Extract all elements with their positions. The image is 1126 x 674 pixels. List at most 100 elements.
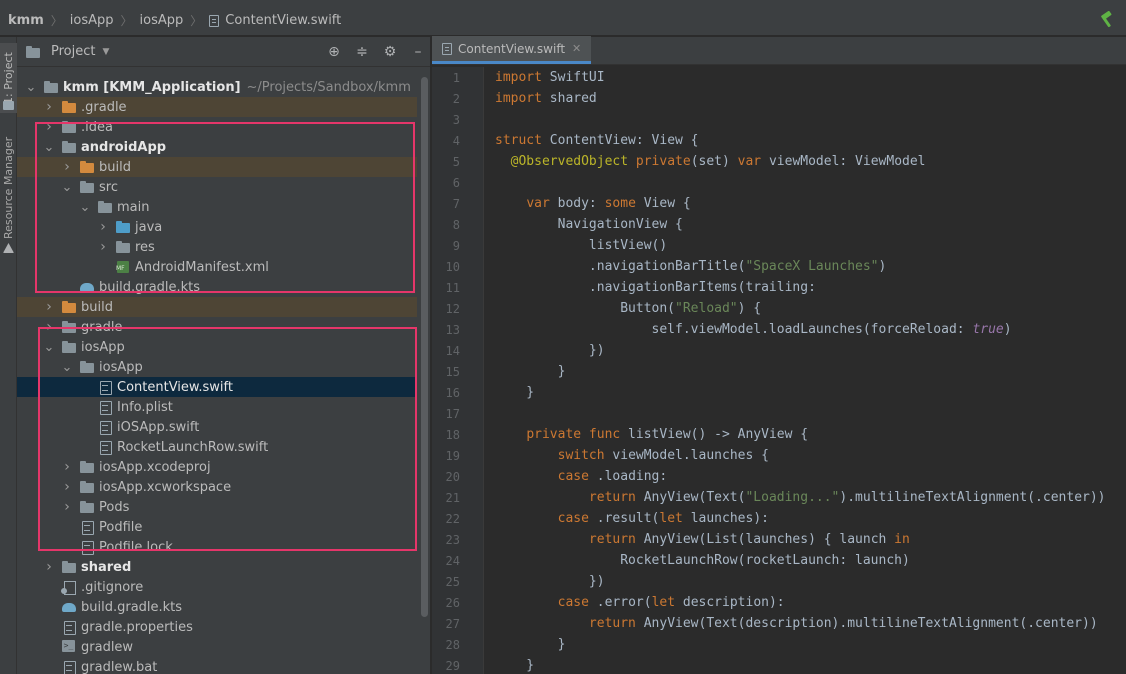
tree-row[interactable]: › .gradle [17,97,417,117]
code-line[interactable]: 28 } [432,634,1126,655]
gear-icon[interactable]: ⚙ [382,44,398,60]
code-line[interactable]: 5 @ObservedObject private(set) var viewM… [432,151,1126,172]
code-line[interactable]: 17 [432,403,1126,424]
code-token: RocketLaunchRow(rocketLaunch: launch) [495,553,910,568]
code-line[interactable]: 9 listView() [432,235,1126,256]
code-line[interactable]: 23 return AnyView(List(launches) { launc… [432,529,1126,550]
code-line[interactable]: 20 case .loading: [432,466,1126,487]
tree-row[interactable]: ⌄ kmm [KMM_Application] ~/Projects/Sandbox… [17,77,417,97]
tree-item-label: gradlew [81,639,134,655]
breadcrumb-item[interactable]: kmm [8,13,44,28]
code-text: import SwiftUI [495,70,605,85]
tree-row[interactable]: › build [17,297,417,317]
code-line[interactable]: 6 [432,172,1126,193]
tool-window-strip: 1: Project Resource Manager [0,37,17,674]
ios-app-highlight-box [38,327,417,551]
code-line[interactable]: 15 } [432,361,1126,382]
chevron-right-icon[interactable]: › [43,559,55,575]
code-token: NavigationView { [495,217,683,232]
code-text: .navigationBarItems(trailing: [495,280,816,295]
tree-row[interactable]: ›gradlew [17,637,417,657]
code-line[interactable]: 25 }) [432,571,1126,592]
android-app-highlight-box [35,122,415,293]
tree-row[interactable]: › shared [17,557,417,577]
code-line[interactable]: 19 switch viewModel.launches { [432,445,1126,466]
editor-tab-bar: ContentView.swift ✕ [432,36,1126,65]
collapse-icon[interactable]: ≑ [354,44,370,60]
code-line[interactable]: 29 } [432,655,1126,674]
code-line[interactable]: 16 } [432,382,1126,403]
code-area[interactable]: 1 import SwiftUI 2 import shared 3 4 struct Co… [432,67,1126,674]
git-icon [61,580,77,595]
build-hammer-icon[interactable] [1098,11,1116,29]
code-token: ContentView: View { [541,133,699,148]
chevron-right-icon[interactable]: › [43,299,55,315]
code-text: return AnyView(List(launches) { launch i… [495,532,910,547]
code-token: ) [878,259,887,274]
code-line[interactable]: 26 case .error(let description): [432,592,1126,613]
code-line[interactable]: 8 NavigationView { [432,214,1126,235]
line-number: 8 [452,217,460,232]
code-token: case [557,469,589,484]
code-text: struct ContentView: View { [495,133,699,148]
minimize-icon[interactable]: – [410,44,426,60]
breadcrumb-item[interactable]: iosApp [140,13,184,28]
code-line[interactable]: 2 import shared [432,88,1126,109]
resource-manager-icon [3,243,14,253]
close-icon[interactable]: ✕ [572,42,581,55]
code-token: "Reload" [675,301,738,316]
code-line[interactable]: 11 .navigationBarItems(trailing: [432,277,1126,298]
code-token: struct [495,133,542,148]
code-token: let [659,511,683,526]
tree-row[interactable]: ›gradlew.bat [17,657,417,674]
code-line[interactable]: 12 Button("Reload") { [432,298,1126,319]
code-line[interactable]: 10 .navigationBarTitle("SpaceX Launches"… [432,256,1126,277]
editor-tab[interactable]: ContentView.swift ✕ [432,36,592,64]
target-icon[interactable]: ⊕ [326,44,342,60]
line-number: 15 [445,364,460,379]
line-number: 5 [452,154,460,169]
code-text: listView() [495,238,667,253]
code-token: viewModel.launches { [604,448,769,463]
tree-item-label: .gradle [81,99,127,115]
code-line[interactable]: 21 return AnyView(Text("Loading...").mul… [432,487,1126,508]
code-token: "SpaceX Launches" [745,259,879,274]
code-text: NavigationView { [495,217,683,232]
code-line[interactable]: 14 }) [432,340,1126,361]
code-token: .error( [588,595,652,610]
code-token: return [588,490,636,505]
breadcrumb-item[interactable]: ContentView.swift [225,13,341,28]
code-line[interactable]: 1 import SwiftUI [432,67,1126,88]
breadcrumb-item[interactable]: iosApp [70,13,114,28]
chevron-down-icon[interactable]: ⌄ [25,80,37,95]
module-folder-icon [43,80,59,94]
file-icon [61,620,77,635]
code-line[interactable]: 24 RocketLaunchRow(rocketLaunch: launch) [432,550,1126,571]
code-line[interactable]: 22 case .result(let launches): [432,508,1126,529]
code-token: import [495,70,542,85]
code-token: case [557,511,589,526]
chevron-right-icon[interactable]: › [43,99,55,115]
line-number: 28 [445,637,460,652]
code-line[interactable]: 13 self.viewModel.loadLaunches(forceRelo… [432,319,1126,340]
tree-row[interactable]: ›.gitignore [17,577,417,597]
resource-manager-tab[interactable]: Resource Manager [0,133,17,243]
code-line[interactable]: 18 private func listView() -> AnyView { [432,424,1126,445]
code-line[interactable]: 27 return AnyView(Text(description).mult… [432,613,1126,634]
code-line[interactable]: 7 var body: some View { [432,193,1126,214]
code-line[interactable]: 4 struct ContentView: View { [432,130,1126,151]
project-view-selector[interactable]: Project [51,44,95,59]
chevron-down-icon[interactable]: ▼ [102,47,109,57]
tree-row[interactable]: ›gradle.properties [17,617,417,637]
line-number: 7 [452,196,460,211]
line-number: 16 [445,385,460,400]
tree-row[interactable]: ›build.gradle.kts [17,597,417,617]
code-line[interactable]: 3 [432,109,1126,130]
code-token: private func [526,427,621,442]
line-number: 10 [445,259,460,274]
code-token: } [495,637,566,652]
project-tool-tab-label: 1: Project [2,52,15,104]
project-tree-scrollbar[interactable] [421,77,428,617]
